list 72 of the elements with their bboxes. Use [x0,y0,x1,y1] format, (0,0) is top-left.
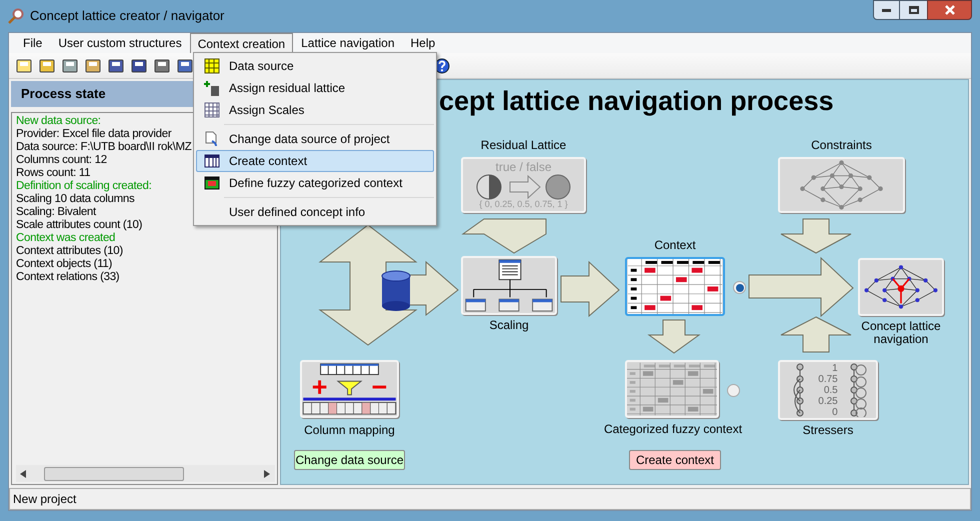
scale-value: 0.25 [818,396,838,406]
scale-value: 0.5 [824,384,838,396]
scale-value: 0 [832,406,838,418]
node-label: Categorized fuzzy context [602,423,744,436]
log-line: Rows count: 11 [16,167,90,180]
menu-item[interactable]: File [15,33,50,53]
node-label: Constraints [810,139,873,152]
grid-icon [204,102,220,118]
menu-entry[interactable]: Data source [196,55,434,77]
node-label: Scaling [488,319,530,332]
close-icon [944,5,954,15]
log-line: Scale attributes count (10) [16,219,142,232]
menu-entry[interactable]: User defined concept info [196,201,434,223]
document-arrow-icon [204,131,220,147]
magnifier-icon [8,8,24,24]
arrow-drawing [647,320,701,354]
toolbar-icon[interactable] [61,56,79,74]
diagram-title: cept lattice navigation process [439,88,834,115]
table-icon [204,58,220,74]
toolbar-icon[interactable] [176,56,194,74]
table-icon [204,175,220,191]
toolbar-icon[interactable] [107,56,125,74]
tile-caption: true / false [495,161,552,173]
menu-item[interactable]: Help [402,33,444,53]
log-line: Columns count: 12 [16,154,107,167]
node-label: Concept lattice navigation [860,320,942,346]
node-label: Stressers [802,424,854,437]
log-line: Definition of scaling created: [16,180,152,193]
scale-value: 1 [832,362,838,374]
action-button[interactable]: Create context [629,450,721,470]
tile-caption: { 0, 0.25, 0.5, 0.75, 1 } [479,200,568,209]
action-button[interactable]: Change data source [294,450,405,470]
toolbar-icon[interactable] [38,56,56,74]
scroll-left-icon[interactable] [20,470,26,478]
minimize-button[interactable] [873,0,900,20]
toolbar-icon[interactable] [153,56,171,74]
log-line: Provider: Excel file data provider [16,128,172,141]
toolbar-icon[interactable] [15,56,33,74]
scale-value: 0.75 [818,374,838,384]
log-line: Scaling 10 data columns [16,193,134,206]
toolbar-icon[interactable] [84,56,102,74]
node-label: Residual Lattice [480,139,568,152]
database-icon [382,270,410,311]
log-line: Context was created [16,232,116,245]
arrow-drawing [560,260,620,318]
menu-entry[interactable]: Create context [196,150,434,172]
radio-button[interactable] [733,281,746,294]
menu-entry[interactable]: Define fuzzy categorized context [196,172,434,194]
log-line: Data source: F:\UTB board\II rok\MZ [16,141,192,154]
maximize-button[interactable] [900,0,927,20]
node-label: Context [653,239,697,252]
menu-item[interactable]: User custom structures [50,33,190,53]
plus-gradient-icon [204,80,220,96]
table-icon [204,153,220,169]
status-text: New project [13,491,76,508]
log-line: Scaling: Bivalent [16,206,96,219]
toolbar-icon[interactable] [130,56,148,74]
log-line: Context objects (11) [16,258,112,271]
log-line: Context relations (33) [16,271,120,284]
arrow-drawing [780,218,852,254]
window-title: Concept lattice creator / navigator [30,7,224,26]
menu-item[interactable]: Context creation [190,33,294,53]
menu-item[interactable]: Lattice navigation [293,33,403,53]
close-button[interactable] [927,0,972,20]
log-line: New data source: [16,115,101,128]
log-line: Context attributes (10) [16,245,123,258]
node-label: Column mapping [303,424,396,437]
node-tile[interactable]: 1 0.75 0.5 0.25 0 [778,360,878,420]
menu-entry[interactable]: Change data source of project [196,128,434,150]
scroll-right-icon[interactable] [264,470,270,478]
horizontal-scrollbar[interactable] [16,465,275,482]
radio-button[interactable] [727,384,740,397]
